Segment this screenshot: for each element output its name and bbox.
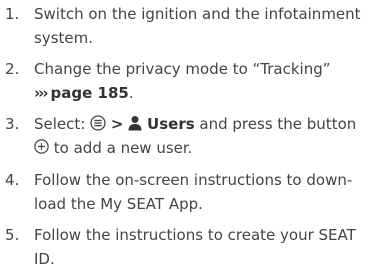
add-circle-icon [34, 139, 49, 154]
step-number: 1. [5, 5, 20, 23]
step-suffix: and press the button [199, 115, 357, 133]
page-ref-marker: ››› [34, 84, 48, 102]
step-text: Change the privacy mode to “Tracking” ››… [34, 57, 374, 105]
step-text-line: Change the privacy mode to “Tracking” [34, 60, 331, 78]
step-number: 2. [5, 60, 20, 78]
step-number: 3. [5, 115, 20, 133]
step-text-line: to add a new user. [34, 136, 374, 160]
step-text: Follow the instructions to create your S… [34, 223, 374, 271]
step-text-line: system. [34, 29, 93, 47]
page-reference[interactable]: ››› page 185. [34, 81, 374, 105]
users-menu-label: Users [147, 115, 195, 133]
step-text-line: ID. [34, 250, 55, 268]
step-text-line: Follow the instructions to create your S… [34, 226, 356, 244]
step-text-line: Select: > Users and press the button [34, 112, 374, 136]
step-number: 5. [5, 226, 20, 244]
step-text: Switch on the ignition and the infotainm… [34, 2, 374, 50]
step-number: 4. [5, 171, 20, 189]
step-suffix-line2: to add a new user. [53, 139, 193, 157]
user-icon [128, 115, 142, 131]
step-text-line: Follow the on-screen instructions to dow… [34, 171, 353, 189]
page-ref-end: . [128, 84, 134, 102]
menu-dots-icon [90, 114, 106, 131]
instruction-steps: 1. Switch on the ignition and the infota… [0, 0, 375, 268]
step-text-line: Switch on the ignition and the infotainm… [34, 5, 361, 23]
page: { "steps": [ { "number": "1.", "lines": … [0, 0, 375, 268]
step-text-line: load the My SEAT App. [34, 195, 203, 213]
page-ref-link[interactable]: page 185 [51, 84, 129, 102]
step-text: Select: > Users and press the button to … [34, 112, 374, 160]
menu-separator: > [110, 115, 124, 133]
step-text: Follow the on-screen instructions to dow… [34, 168, 374, 216]
select-prefix: Select: [34, 115, 86, 133]
